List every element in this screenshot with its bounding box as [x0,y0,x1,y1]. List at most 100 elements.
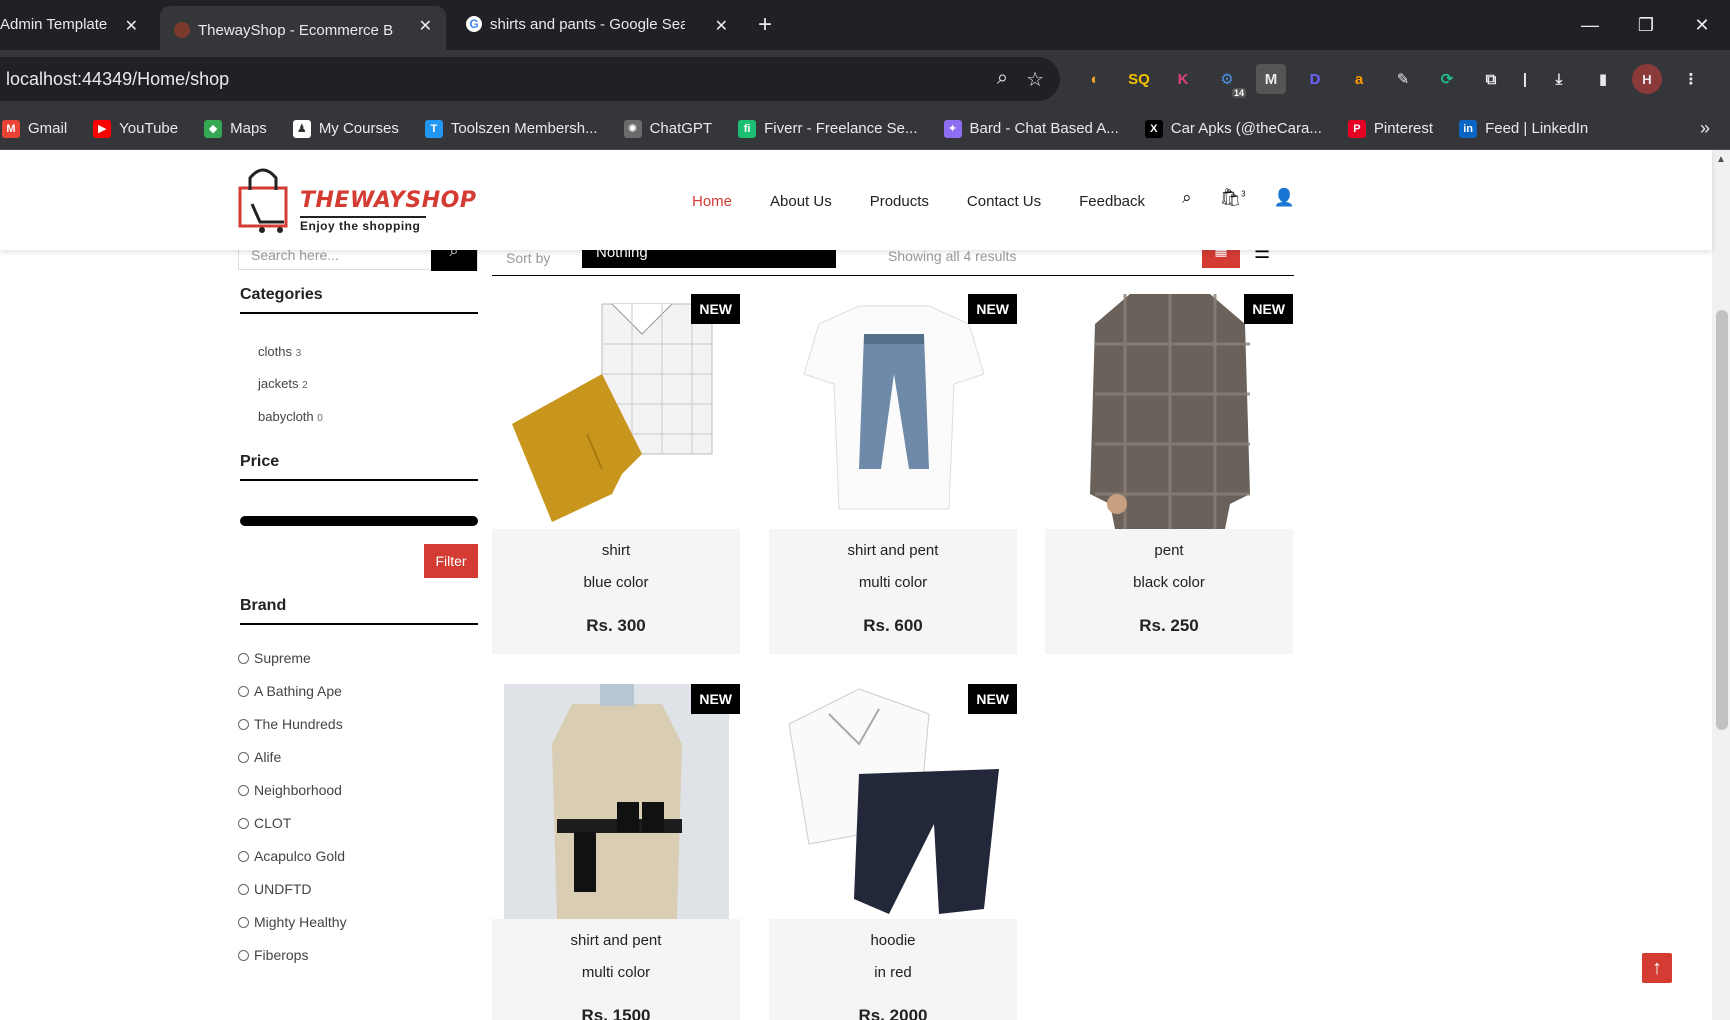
user-icon[interactable]: 👤 [1274,188,1295,208]
product-card[interactable]: NEW pent black color Rs. 250 [1045,294,1293,654]
download-icon[interactable]: ⤓ [1544,64,1574,94]
product-name[interactable]: shirt and pent [769,542,1017,559]
close-icon[interactable]: ✕ [715,16,728,36]
extension-icon[interactable]: ◐ [1080,64,1110,94]
brand-filter-item[interactable]: Alife [238,749,281,765]
extension-icon[interactable]: SQ [1124,64,1154,94]
product-price: Rs. 300 [586,616,646,635]
new-tab-button[interactable]: + [758,0,788,50]
browser-tab-active[interactable]: ThewayShop - Ecommerce Boot ✕ [160,6,446,50]
price-range-slider[interactable] [240,516,478,526]
product-image[interactable] [492,684,740,919]
nav-feedback[interactable]: Feedback [1079,193,1145,210]
brand-filter-item[interactable]: CLOT [238,815,291,831]
bookmark-item[interactable]: in Feed | LinkedIn [1459,119,1588,138]
eyedropper-icon[interactable]: ✎ [1388,64,1418,94]
scrollbar-thumb[interactable] [1716,310,1728,730]
back-to-top-button[interactable]: ↑ [1642,953,1672,983]
bookmark-label: Toolszen Membersh... [450,120,598,137]
bookmark-item[interactable]: X Car Apks (@theCara... [1144,119,1322,138]
page-scrollbar[interactable]: ▲ [1712,150,1730,1020]
bookmark-item[interactable]: ✦ Bard - Chat Based A... [943,119,1119,138]
product-card[interactable]: NEW shirt blue color Rs. 300 [492,294,740,654]
gmail-icon: M [2,119,20,138]
browser-tab[interactable]: G shirts and pants - Google Searc ✕ [452,0,742,50]
bookmark-item[interactable]: ✺ ChatGPT [623,119,712,138]
brand-filter-item[interactable]: The Hundreds [238,716,343,732]
radio-button[interactable] [238,850,249,862]
bookmark-item[interactable]: ▶ YouTube [93,119,179,138]
bookmark-item[interactable]: ◆ Maps [204,119,267,138]
close-icon[interactable]: ✕ [419,16,432,36]
main-nav: Home About Us Products Contact Us Feedba… [692,193,1145,210]
product-name[interactable]: shirt [492,542,740,559]
close-icon[interactable]: ✕ [125,16,138,36]
product-image[interactable] [492,294,740,529]
extension-icon[interactable]: M [1256,64,1286,94]
bookmark-item[interactable]: ♟ My Courses [292,119,399,138]
bookmark-star-icon[interactable]: ☆ [1026,67,1044,92]
zoom-icon[interactable]: ⌕ [997,67,1008,92]
radio-button[interactable] [238,685,249,697]
radio-button[interactable] [238,652,249,664]
radio-button[interactable] [238,718,249,730]
search-icon[interactable]: ⌕ [1182,188,1192,208]
nav-home[interactable]: Home [692,193,732,210]
bookmark-item[interactable]: M Gmail [2,119,67,138]
omnibox[interactable]: localhost:44349/Home/shop ⌕ ☆ [0,57,1060,101]
product-card[interactable]: NEW shirt and pent multi color Rs. 600 [769,294,1017,654]
scroll-up-icon[interactable]: ▲ [1716,154,1726,165]
bookmark-item[interactable]: P Pinterest [1347,119,1433,138]
brand-filter-item[interactable]: Mighty Healthy [238,914,347,930]
nav-products[interactable]: Products [870,193,929,210]
extension-icon[interactable]: D [1300,64,1330,94]
product-image[interactable] [1045,294,1293,529]
product-image[interactable] [769,294,1017,529]
close-window-icon[interactable]: ✕ [1674,0,1730,50]
nav-contact[interactable]: Contact Us [967,193,1041,210]
product-name[interactable]: pent [1045,542,1293,559]
brand-filter-item[interactable]: Fiberops [238,947,308,963]
bookmarks-bar: M Gmail ▶ YouTube ◆ Maps ♟ My Courses T Toolszen … [0,108,1730,150]
category-item[interactable]: cloths 3 [258,344,301,359]
radio-button[interactable] [238,751,249,763]
cart-icon[interactable]: 🛍3 [1220,188,1246,208]
radio-button[interactable] [238,883,249,895]
site-logo[interactable]: THEWAYSHOP Enjoy the shopping [238,162,476,238]
product-image[interactable] [769,684,1017,919]
category-item[interactable]: babycloth 0 [258,409,323,424]
puzzle-icon[interactable]: ⧉ [1476,64,1506,94]
profile-avatar[interactable]: H [1632,64,1662,94]
nav-about[interactable]: About Us [770,193,832,210]
brand-filter-item[interactable]: UNDFTD [238,881,312,897]
brand-filter-item[interactable]: Neighborhood [238,782,342,798]
brand-filter-item[interactable]: Supreme [238,650,311,666]
radio-button[interactable] [238,817,249,829]
restore-icon[interactable]: ❐ [1618,0,1674,50]
tshirt-and-jeans-image [803,305,985,510]
extension-icon[interactable]: ⟳ [1432,64,1462,94]
side-panel-icon[interactable]: ▮ [1588,64,1618,94]
bookmark-item[interactable]: fi Fiverr - Freelance Se... [738,119,918,138]
url-text[interactable]: localhost:44349/Home/shop [6,69,229,90]
product-card[interactable]: NEW hoodie in red Rs. 2000 [769,684,1017,1020]
bookmark-item[interactable]: T Toolszen Membersh... [424,119,598,138]
extension-icon[interactable]: K [1168,64,1198,94]
bookmark-label: YouTube [119,120,179,137]
amazon-icon[interactable]: a [1344,64,1374,94]
radio-button[interactable] [238,949,249,961]
minimize-icon[interactable]: — [1562,0,1618,50]
category-item[interactable]: jackets 2 [258,376,308,391]
radio-button[interactable] [238,784,249,796]
extension-icon[interactable]: ⚙ 14 [1212,64,1246,98]
filter-button[interactable]: Filter [424,544,478,578]
kebab-menu-icon[interactable]: ⋮ [1676,64,1706,94]
brand-filter-item[interactable]: A Bathing Ape [238,683,342,699]
product-card[interactable]: NEW shirt and pent multi color Rs. 1500 [492,684,740,1020]
product-name[interactable]: hoodie [769,932,1017,949]
product-name[interactable]: shirt and pent [492,932,740,949]
radio-button[interactable] [238,916,249,928]
brand-filter-item[interactable]: Acapulco Gold [238,848,345,864]
browser-tab[interactable]: Admin Template ✕ [0,0,152,50]
more-bookmarks-icon[interactable]: » [1700,118,1710,139]
